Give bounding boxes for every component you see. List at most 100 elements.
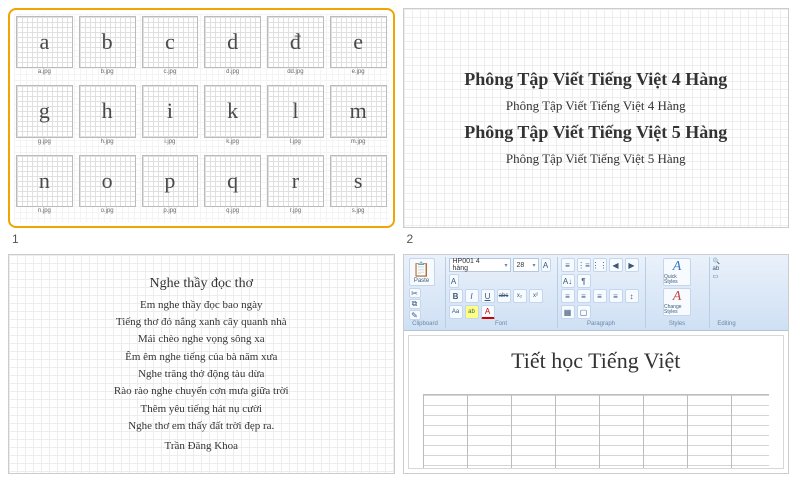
- letter-grid: aa.jpgbb.jpgcc.jpgdd.jpgđdd.jpgee.jpggg.…: [16, 16, 387, 220]
- font-size-combo[interactable]: 28: [513, 258, 539, 272]
- poem-title: Nghe thầy đọc thơ: [150, 274, 253, 294]
- letter-filename: dd.jpg: [287, 69, 303, 75]
- slide-thumb-1[interactable]: aa.jpgbb.jpgcc.jpgdd.jpgđdd.jpgee.jpggg.…: [8, 8, 395, 228]
- poem-line: Rào rào nghe chuyển cơn mưa giữa trời: [114, 384, 289, 399]
- poem-signature: Trần Đăng Khoa: [164, 439, 238, 454]
- highlight-button[interactable]: ab: [465, 305, 479, 319]
- ribbon: 📋 Paste ✂ ⧉ ✎ Clipboard: [404, 255, 789, 331]
- ribbon-group-styles: A Quick Styles A Change Styles Styles: [646, 257, 710, 328]
- poem-line: Mái chèo nghe vọng sông xa: [138, 332, 265, 347]
- change-case-button[interactable]: Aa: [449, 305, 463, 319]
- slide-thumb-2[interactable]: Phông Tập Viết Tiếng Việt 4 Hàng Phông T…: [403, 8, 790, 228]
- change-styles-label: Change Styles: [664, 305, 690, 315]
- show-marks-button[interactable]: ¶: [577, 274, 591, 288]
- letter-filename: r.jpg: [290, 208, 301, 214]
- letter-filename: n.jpg: [38, 208, 51, 214]
- poem-line: Nghe trăng thở động tàu dừa: [138, 367, 264, 382]
- poem-line: Êm êm nghe tiếng của bà năm xưa: [125, 350, 277, 365]
- quick-styles-button[interactable]: A Quick Styles: [663, 258, 691, 286]
- letter-glyph: đ: [290, 31, 301, 53]
- ribbon-group-editing: 🔍 ab ▭ Editing: [710, 257, 744, 328]
- letter-cell: r r.jpg: [267, 155, 324, 220]
- letter-cell: k k.jpg: [204, 85, 261, 150]
- letter-filename: s.jpg: [352, 208, 365, 214]
- underline-button[interactable]: U: [481, 289, 495, 303]
- replace-button[interactable]: ab: [713, 266, 720, 272]
- find-button[interactable]: 🔍: [713, 258, 720, 265]
- cut-button[interactable]: ✂: [409, 288, 421, 298]
- select-button[interactable]: ▭: [713, 273, 719, 280]
- bold-button[interactable]: B: [449, 289, 463, 303]
- letter-cell: cc.jpg: [142, 16, 199, 81]
- increase-indent-button[interactable]: ▶: [625, 258, 639, 272]
- font-color-button[interactable]: A: [481, 305, 495, 319]
- letter-box: k: [204, 85, 261, 137]
- align-left-button[interactable]: ≡: [561, 289, 575, 303]
- font-sample-lines: Phông Tập Viết Tiếng Việt 4 Hàng Phông T…: [404, 9, 789, 227]
- letter-filename: q.jpg: [226, 208, 239, 214]
- font-name-combo[interactable]: HP001 4 hàng: [449, 258, 511, 272]
- poem-line: Thêm yêu tiếng hát nụ cười: [141, 402, 262, 417]
- letter-glyph: r: [292, 170, 299, 192]
- change-styles-button[interactable]: A Change Styles: [663, 288, 691, 316]
- grow-font-button[interactable]: A: [541, 258, 551, 272]
- letter-glyph: q: [227, 170, 238, 192]
- letter-box: e: [330, 16, 387, 68]
- superscript-button[interactable]: x²: [529, 289, 543, 303]
- bullets-button[interactable]: ≡: [561, 258, 575, 272]
- letter-glyph: n: [39, 170, 50, 192]
- italic-button[interactable]: I: [465, 289, 479, 303]
- letter-cell: ll.jpg: [267, 85, 324, 150]
- letter-cell: mm.jpg: [330, 85, 387, 150]
- decrease-indent-button[interactable]: ◀: [609, 258, 623, 272]
- letter-filename: b.jpg: [101, 69, 114, 75]
- letter-cell: gg.jpg: [16, 85, 73, 150]
- strike-button[interactable]: abc: [497, 289, 511, 303]
- letter-box: a: [16, 16, 73, 68]
- document-page: Tiết học Tiếng Việt: [408, 335, 785, 469]
- letter-cell: b b.jpg: [79, 16, 136, 81]
- numbering-button[interactable]: ⋮≡: [577, 258, 591, 272]
- letter-glyph: l: [292, 100, 298, 122]
- slide-thumb-3[interactable]: Nghe thầy đọc thơ Em nghe thầy đọc bao n…: [8, 254, 395, 474]
- letter-filename: a.jpg: [38, 69, 51, 75]
- letter-glyph: a: [39, 31, 49, 53]
- justify-button[interactable]: ≡: [609, 289, 623, 303]
- letter-box: c: [142, 16, 199, 68]
- borders-button[interactable]: ▢: [577, 305, 591, 319]
- poem-line: Tiếng thơ đỏ nắng xanh cây quanh nhà: [116, 315, 287, 330]
- letter-cell: o o.jpg: [79, 155, 136, 220]
- letter-box: q: [204, 155, 261, 207]
- multilevel-button[interactable]: ⋮⋮: [593, 258, 607, 272]
- sample-line-4hang-bold: Phông Tập Viết Tiếng Việt 4 Hàng: [464, 69, 727, 90]
- shading-button[interactable]: ▦: [561, 305, 575, 319]
- letter-box: l: [267, 85, 324, 137]
- letter-filename: k.jpg: [226, 139, 239, 145]
- clipboard-icon: 📋: [413, 261, 430, 278]
- align-center-button[interactable]: ≡: [577, 289, 591, 303]
- format-painter-button[interactable]: ✎: [409, 310, 421, 320]
- sample-line-5hang: Phông Tập Viết Tiếng Việt 5 Hàng: [506, 151, 686, 167]
- subscript-button[interactable]: x₂: [513, 289, 527, 303]
- letter-glyph: b: [102, 31, 113, 53]
- letter-filename: o.jpg: [101, 208, 114, 214]
- sample-line-4hang: Phông Tập Viết Tiếng Việt 4 Hàng: [506, 98, 686, 114]
- letter-box: i: [142, 85, 199, 137]
- styles-icon: A: [673, 259, 682, 275]
- letter-filename: e.jpg: [352, 69, 365, 75]
- shrink-font-button[interactable]: A: [449, 274, 459, 288]
- letter-glyph: d: [227, 31, 238, 53]
- letter-box: r: [267, 155, 324, 207]
- copy-button[interactable]: ⧉: [409, 299, 421, 309]
- slide-number-1: 1: [8, 232, 395, 246]
- slide-thumb-4[interactable]: 📋 Paste ✂ ⧉ ✎ Clipboard: [403, 254, 790, 474]
- paste-button[interactable]: 📋 Paste: [409, 258, 435, 286]
- letter-box: g: [16, 85, 73, 137]
- sort-button[interactable]: A↓: [561, 274, 575, 288]
- letter-box: m: [330, 85, 387, 137]
- letter-cell: hh.jpg: [79, 85, 136, 150]
- letter-glyph: o: [102, 170, 113, 192]
- line-spacing-button[interactable]: ↕: [625, 289, 639, 303]
- letter-filename: d.jpg: [226, 69, 239, 75]
- align-right-button[interactable]: ≡: [593, 289, 607, 303]
